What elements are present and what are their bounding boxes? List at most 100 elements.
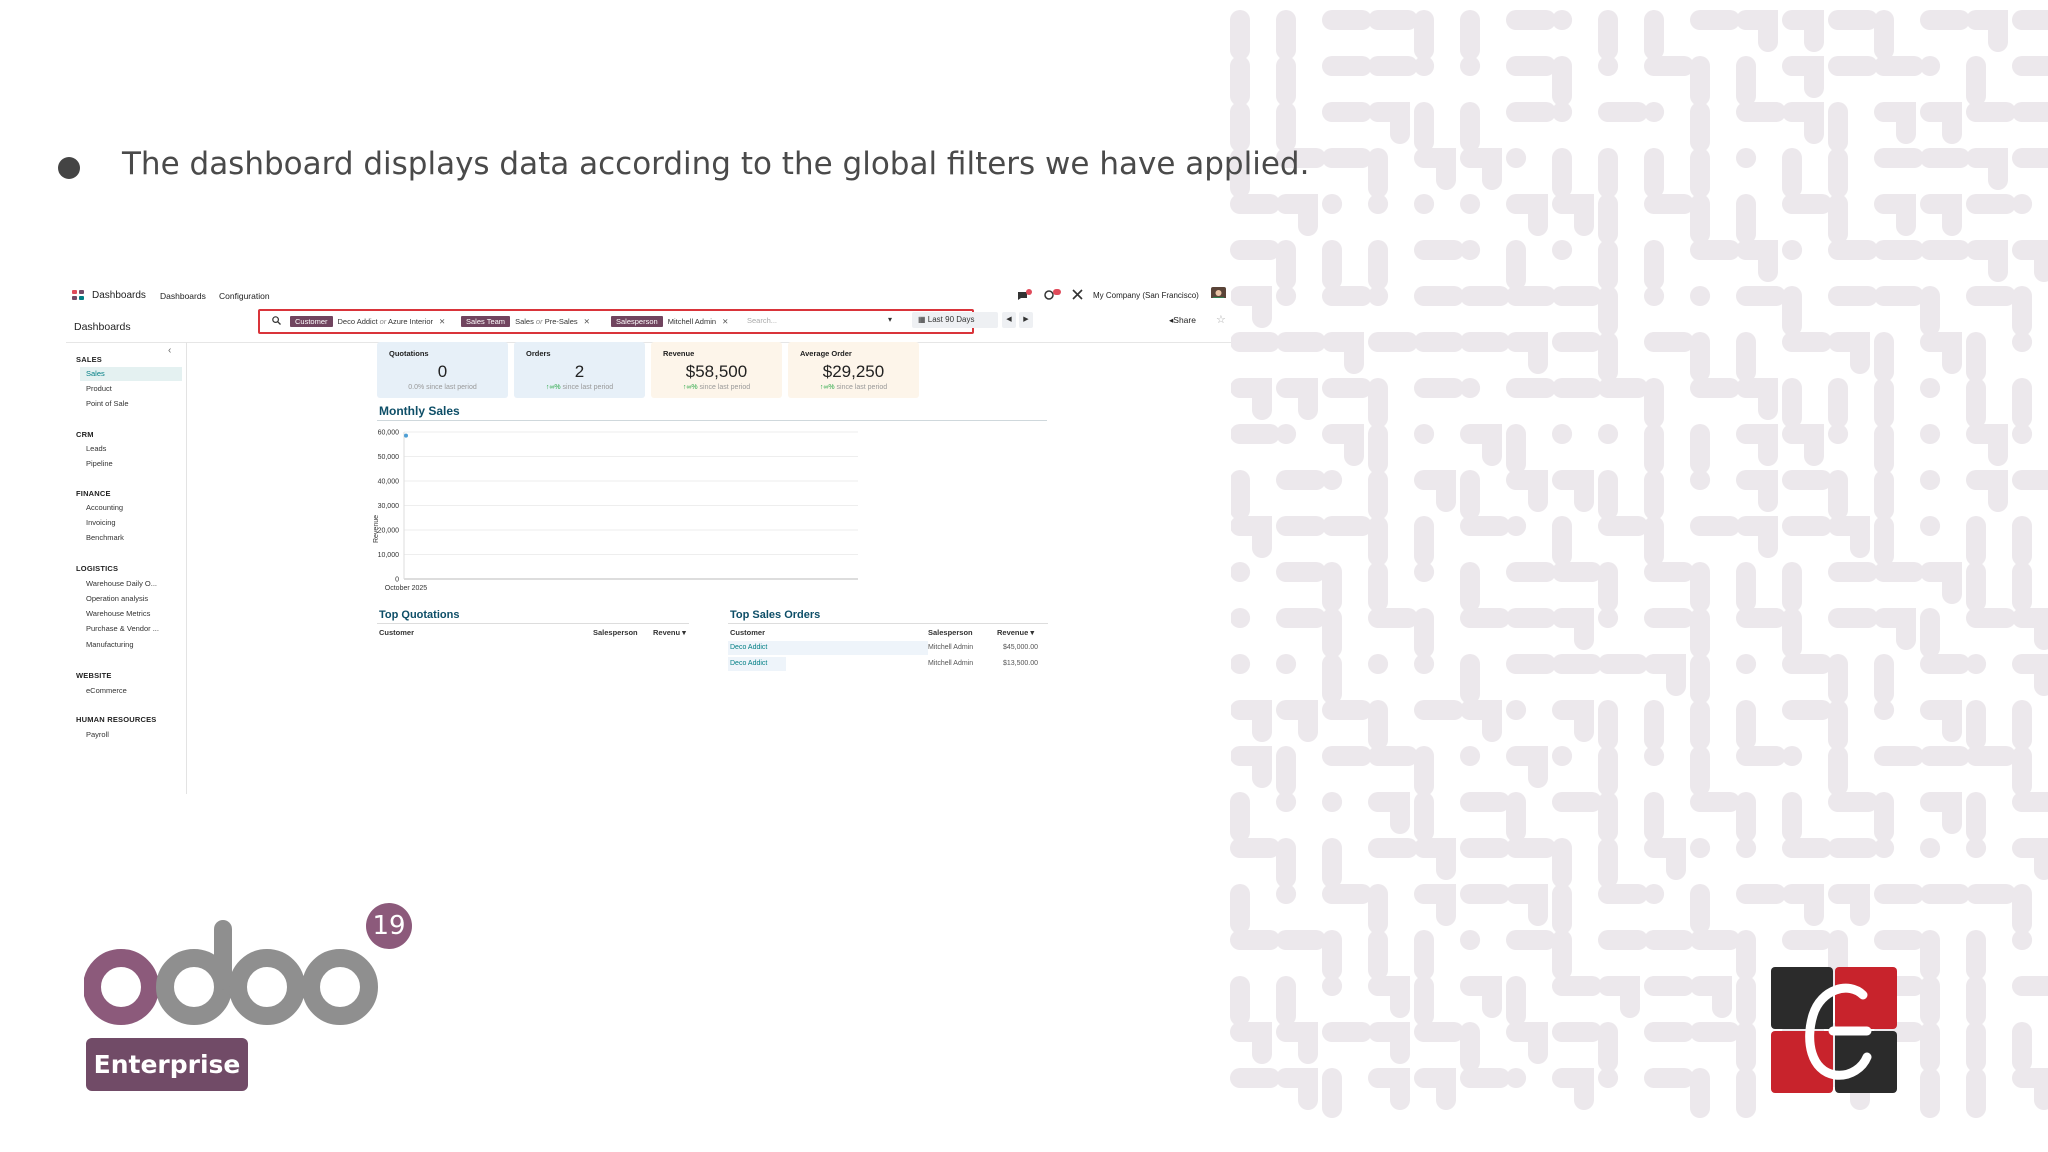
kpi-card-revenue[interactable]: Revenue $58,500 ↑∞% since last period [651, 342, 782, 398]
sidebar-item-ecommerce[interactable]: eCommerce [80, 684, 182, 698]
sidebar-item-accounting[interactable]: Accounting [80, 501, 182, 515]
maze-segment [1368, 976, 1410, 1018]
maze-segment [1460, 148, 1502, 190]
date-filter-label: Last 90 Days [927, 315, 975, 324]
maze-segment [1322, 424, 1364, 466]
customer-link[interactable]: Deco Addict [730, 660, 767, 667]
sidebar-item-product[interactable]: Product [80, 382, 182, 396]
facet-value: Mitchell Admin [667, 317, 717, 326]
maze-segment [1552, 1068, 1594, 1110]
sidebar-item-manufacturing[interactable]: Manufacturing [80, 638, 182, 652]
column-header-salesperson[interactable]: Salesperson [928, 628, 973, 637]
facet-value: Deco Addict [337, 317, 378, 326]
facet-sales-team[interactable]: Sales Team Sales or Pre-Sales ✕ [461, 316, 590, 327]
chat-icon[interactable] [1017, 289, 1033, 300]
menu-configuration[interactable]: Configuration [219, 291, 270, 301]
section-divider [728, 623, 1048, 624]
maze-segment [1368, 792, 1410, 834]
app-name[interactable]: Dashboards [92, 290, 146, 301]
kpi-title: Revenue [663, 349, 695, 358]
maze-segment [1230, 700, 1272, 742]
maze-segment [1736, 516, 1778, 558]
sidebar-item-pipeline[interactable]: Pipeline [80, 457, 182, 471]
kpi-card-orders[interactable]: Orders 2 ↑∞% since last period [514, 342, 645, 398]
table-row[interactable]: Deco Addict Mitchell Admin $13,500.00 [728, 657, 1048, 671]
maze-segment [1782, 56, 1824, 98]
maze-segment [2012, 608, 2048, 650]
maze-segment [2012, 838, 2048, 880]
activity-icon[interactable] [1044, 289, 1062, 300]
search-dropdown-toggle-icon[interactable]: ▾ [888, 315, 892, 324]
kpi-trend: ↑∞% since last period [682, 384, 751, 391]
cybrosys-logo [1771, 967, 1897, 1093]
maze-segment [1920, 700, 1962, 742]
sidebar-item-purchase-vendor[interactable]: Purchase & Vendor ... [80, 622, 182, 636]
maze-segment [1736, 378, 1778, 420]
y-axis-tick-label: 0 [395, 577, 399, 584]
sidebar-item-operation-analysis[interactable]: Operation analysis [80, 592, 182, 606]
sidebar-item-point-of-sale[interactable]: Point of Sale [80, 397, 182, 411]
section-divider [377, 420, 1047, 421]
maze-segment [1230, 378, 1272, 420]
facet-value: Sales [515, 317, 534, 326]
sidebar-item-sales[interactable]: Sales [80, 367, 182, 381]
favorite-star-icon[interactable]: ☆ [1216, 313, 1226, 326]
maze-segment [1368, 102, 1410, 144]
menu-dashboards[interactable]: Dashboards [160, 291, 206, 301]
sidebar-item-warehouse-daily[interactable]: Warehouse Daily O... [80, 577, 182, 591]
dashboards-app-icon[interactable] [72, 290, 85, 301]
maze-segment [1414, 1068, 1456, 1110]
facet-customer[interactable]: Customer Deco Addict or Azure Interior ✕ [290, 316, 445, 327]
facet-remove-icon[interactable]: ✕ [439, 317, 445, 326]
kpi-card-quotations[interactable]: Quotations 0 0.0% since last period [377, 342, 508, 398]
sidebar-item-benchmark[interactable]: Benchmark [80, 531, 182, 545]
maze-segment [1874, 194, 1916, 236]
facet-remove-icon[interactable]: ✕ [584, 317, 590, 326]
maze-background-pattern [1230, 10, 2048, 1118]
previous-period-button[interactable]: ◀ [1002, 312, 1016, 328]
column-header-customer[interactable]: Customer [379, 628, 414, 637]
maze-segment [1644, 838, 1686, 880]
facet-remove-icon[interactable]: ✕ [722, 317, 728, 326]
maze-segment [2012, 240, 2048, 282]
sidebar-item-leads[interactable]: Leads [80, 442, 182, 456]
sidebar-item-payroll[interactable]: Payroll [80, 728, 182, 742]
maze-segment [1920, 102, 1962, 144]
enterprise-badge: Enterprise [86, 1038, 248, 1091]
search-bar[interactable]: Customer Deco Addict or Azure Interior ✕… [258, 309, 974, 334]
kpi-title: Average Order [800, 349, 852, 358]
tools-icon[interactable] [1072, 289, 1083, 300]
share-button[interactable]: ◂Share [1169, 315, 1196, 326]
version-badge: 19 [366, 903, 412, 949]
sidebar-section-finance: FINANCE [76, 489, 111, 498]
monthly-sales-title: Monthly Sales [379, 404, 460, 418]
facet-or: or [535, 317, 543, 326]
column-header-revenue[interactable]: Revenu ▾ [653, 628, 686, 637]
maze-segment [1230, 1022, 1272, 1064]
column-header-customer[interactable]: Customer [730, 628, 765, 637]
column-header-salesperson[interactable]: Salesperson [593, 628, 638, 637]
maze-segment [1322, 332, 1364, 374]
breadcrumb: Dashboards [74, 321, 131, 333]
maze-segment [1644, 654, 1686, 696]
collapse-sidebar-icon[interactable]: ‹ [168, 345, 171, 356]
sidebar-item-invoicing[interactable]: Invoicing [80, 516, 182, 530]
maze-segment [1460, 424, 1502, 466]
table-row[interactable]: Deco Addict Mitchell Admin $45,000.00 [728, 641, 1048, 655]
maze-segment [1460, 976, 1502, 1018]
kpi-card-average-order[interactable]: Average Order $29,250 ↑∞% since last per… [788, 342, 919, 398]
search-input[interactable]: Search... [747, 316, 777, 325]
next-period-button[interactable]: ▶ [1019, 312, 1033, 328]
maze-segment [1736, 10, 1778, 52]
maze-segment [1552, 700, 1594, 742]
date-filter[interactable]: ▦ Last 90 Days [912, 312, 998, 328]
facet-salesperson[interactable]: Salesperson Mitchell Admin ✕ [611, 316, 728, 327]
customer-link[interactable]: Deco Addict [730, 644, 767, 651]
user-avatar[interactable] [1211, 287, 1226, 298]
column-header-revenue[interactable]: Revenue ▾ [997, 628, 1034, 637]
y-axis-tick-label: 60,000 [378, 430, 400, 437]
company-switcher[interactable]: My Company (San Francisco) [1093, 291, 1199, 300]
search-icon [272, 316, 281, 325]
revenue-cell: $45,000.00 [1003, 644, 1039, 651]
sidebar-item-warehouse-metrics[interactable]: Warehouse Metrics [80, 607, 182, 621]
